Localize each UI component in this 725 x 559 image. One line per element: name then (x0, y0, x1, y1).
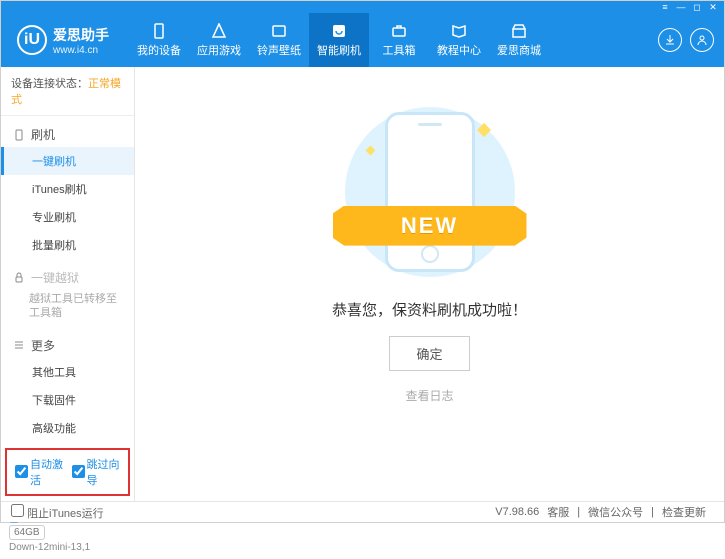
sidebar-item-other-tools[interactable]: 其他工具 (1, 358, 134, 386)
version-label: V7.98.66 (495, 506, 539, 518)
sidebar-head-more[interactable]: 更多 (1, 333, 134, 358)
nav-label: 我的设备 (137, 42, 181, 58)
nav-ringtones[interactable]: 铃声壁纸 (249, 13, 309, 67)
flash-icon (330, 22, 348, 40)
device-status: 设备连接状态：正常模式 (1, 67, 134, 116)
nav-tutorials[interactable]: 教程中心 (429, 13, 489, 67)
footer: 阻止iTunes运行 V7.98.66 客服 | 微信公众号 | 检查更新 (1, 501, 724, 522)
sidebar-head-jailbreak: 一键越狱 (1, 265, 134, 290)
sidebar-item-itunes-flash[interactable]: iTunes刷机 (1, 175, 134, 203)
apps-icon (210, 22, 228, 40)
top-nav: 我的设备 应用游戏 铃声壁纸 智能刷机 工具箱 教程中心 爱思商城 (129, 13, 549, 67)
sidebar-item-pro-flash[interactable]: 专业刷机 (1, 203, 134, 231)
nav-label: 铃声壁纸 (257, 42, 301, 58)
phone-icon (150, 22, 168, 40)
window-controls: ≡ — ◻ ✕ (1, 1, 724, 13)
footer-link-support[interactable]: 客服 (547, 504, 569, 520)
new-ribbon: NEW (333, 206, 527, 246)
nav-apps-games[interactable]: 应用游戏 (189, 13, 249, 67)
nav-label: 智能刷机 (317, 42, 361, 58)
success-message: 恭喜您，保资料刷机成功啦！ (332, 299, 527, 320)
sidebar: 设备连接状态：正常模式 刷机 一键刷机 iTunes刷机 专业刷机 批量刷机 一… (1, 67, 135, 503)
block-itunes-checkbox[interactable]: 阻止iTunes运行 (11, 504, 104, 521)
store-icon (510, 22, 528, 40)
footer-link-wechat[interactable]: 微信公众号 (588, 504, 643, 520)
sidebar-item-advanced[interactable]: 高级功能 (1, 414, 134, 442)
jailbreak-hint: 越狱工具已转移至工具箱 (1, 290, 134, 327)
sidebar-item-download-firmware[interactable]: 下载固件 (1, 386, 134, 414)
main-content: NEW 恭喜您，保资料刷机成功啦！ 确定 查看日志 (135, 67, 724, 503)
sidebar-item-batch-flash[interactable]: 批量刷机 (1, 231, 134, 259)
nav-flash[interactable]: 智能刷机 (309, 13, 369, 67)
nav-label: 爱思商城 (497, 42, 541, 58)
nav-label: 教程中心 (437, 42, 481, 58)
menu-icon[interactable]: ≡ (660, 2, 670, 12)
logo-icon: iU (17, 25, 47, 55)
auto-activate-checkbox[interactable]: 自动激活 (15, 456, 64, 488)
user-button[interactable] (690, 28, 714, 52)
nav-my-device[interactable]: 我的设备 (129, 13, 189, 67)
nav-toolbox[interactable]: 工具箱 (369, 13, 429, 67)
sidebar-item-one-key-flash[interactable]: 一键刷机 (1, 147, 134, 175)
close-icon[interactable]: ✕ (708, 2, 718, 12)
header: iU 爱思助手 www.i4.cn 我的设备 应用游戏 铃声壁纸 智能刷机 工具… (1, 13, 724, 67)
logo: iU 爱思助手 www.i4.cn (1, 25, 125, 56)
toolbox-icon (390, 22, 408, 40)
minimize-icon[interactable]: — (676, 2, 686, 12)
skip-wizard-checkbox[interactable]: 跳过向导 (72, 456, 121, 488)
device-model: Down-12mini-13,1 (9, 542, 126, 553)
confirm-button[interactable]: 确定 (389, 336, 469, 371)
nav-label: 工具箱 (383, 42, 416, 58)
nav-store[interactable]: 爱思商城 (489, 13, 549, 67)
brand-name: 爱思助手 (53, 25, 109, 45)
nav-label: 应用游戏 (197, 42, 241, 58)
device-storage: 64GB (9, 525, 45, 540)
view-log-link[interactable]: 查看日志 (405, 387, 453, 404)
book-icon (450, 22, 468, 40)
success-illustration: NEW (345, 107, 515, 277)
wallpaper-icon (270, 22, 288, 40)
footer-link-update[interactable]: 检查更新 (662, 504, 706, 520)
maximize-icon[interactable]: ◻ (692, 2, 702, 12)
brand-url: www.i4.cn (53, 45, 109, 56)
download-button[interactable] (658, 28, 682, 52)
sidebar-checkboxes: 自动激活 跳过向导 (5, 448, 130, 496)
sidebar-head-flash[interactable]: 刷机 (1, 122, 134, 147)
